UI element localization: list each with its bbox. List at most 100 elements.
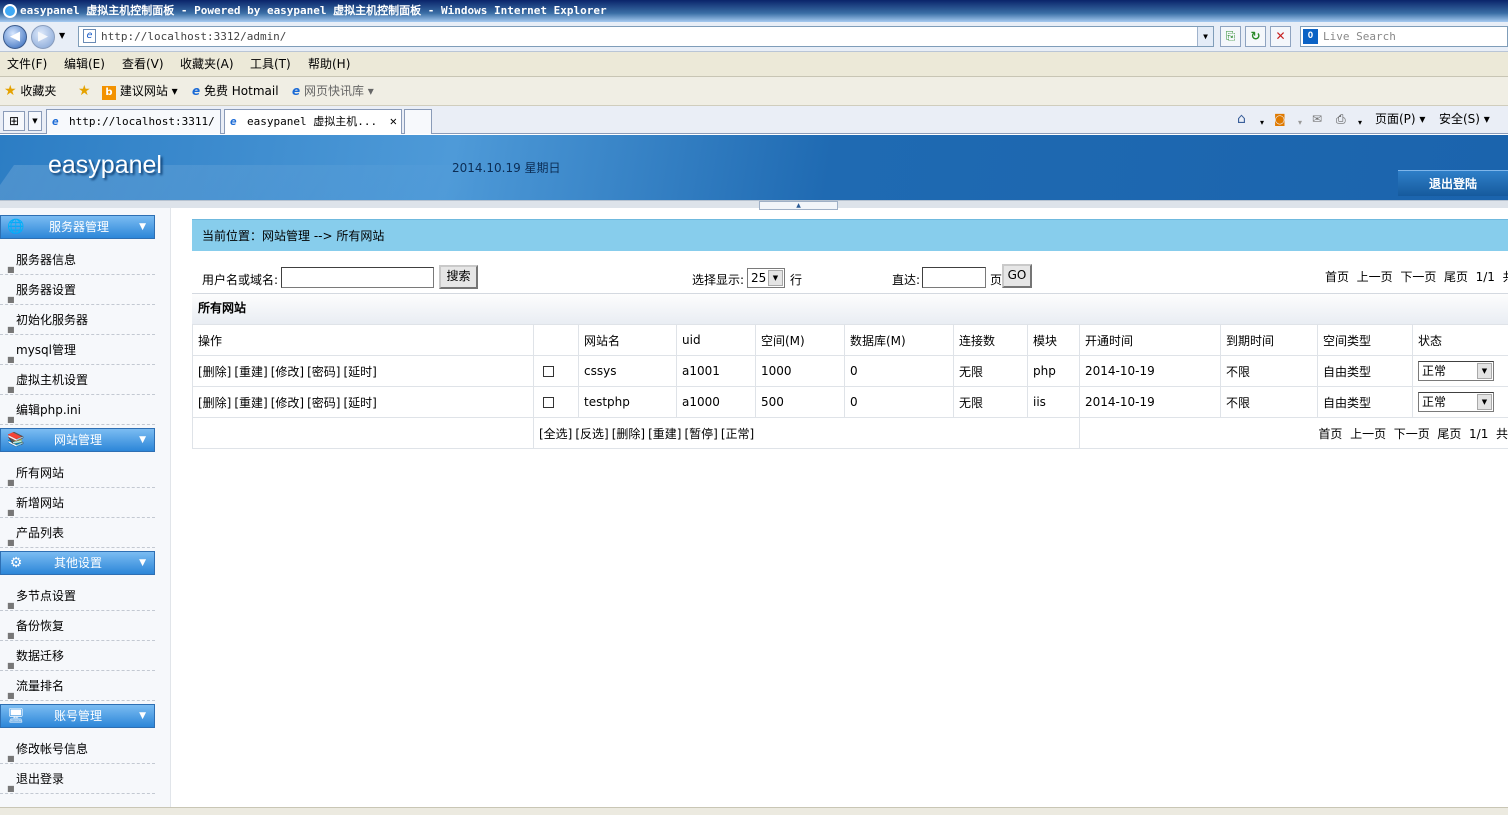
page-size-select[interactable]: 25 ▼: [747, 268, 785, 288]
web-slice-gallery-link[interactable]: e 网页快讯库 ▾: [292, 83, 374, 99]
bulk-rebuild-link[interactable]: [重建]: [648, 427, 681, 441]
compat-view-button[interactable]: ⎘: [1220, 26, 1241, 47]
site-connections: 无限: [953, 386, 1028, 418]
rebuild-link[interactable]: [重建]: [234, 396, 267, 410]
last-page-link[interactable]: 尾页: [1444, 270, 1468, 284]
sidebar-group-other[interactable]: ⚙ 其他设置 ▼: [0, 551, 155, 575]
sidebar-item-label: 多节点设置: [16, 589, 77, 603]
address-dropdown-icon[interactable]: ▼: [1197, 27, 1213, 46]
print-icon[interactable]: ⎙: [1336, 111, 1346, 127]
sidebar-item-edit-account[interactable]: ■ 修改帐号信息: [0, 734, 155, 764]
home-dropdown-icon[interactable]: ▾: [1260, 115, 1264, 131]
stop-button[interactable]: ✕: [1270, 26, 1291, 47]
menu-edit[interactable]: 编辑(E): [64, 56, 105, 72]
sidebar-group-website[interactable]: 📚 网站管理 ▼: [0, 428, 155, 452]
sidebar-item-backup[interactable]: ■ 备份恢复: [0, 611, 155, 641]
print-dropdown-icon[interactable]: ▾: [1358, 115, 1362, 131]
site-name[interactable]: testphp: [578, 386, 677, 418]
table-header-row: 操作 网站名 uid 空间(M) 数据库(M) 连接数 模块 开通时间 到期时间…: [192, 324, 1508, 356]
prev-page-link[interactable]: 上一页: [1350, 427, 1386, 441]
prev-page-link[interactable]: 上一页: [1357, 270, 1393, 284]
password-link[interactable]: [密码]: [307, 396, 340, 410]
bulk-pause-link[interactable]: [暂停]: [685, 427, 718, 441]
menu-favorites[interactable]: 收藏夹(A): [180, 56, 234, 72]
sidebar-item-products[interactable]: ■ 产品列表: [0, 518, 155, 548]
menu-bar: 文件(F) 编辑(E) 查看(V) 收藏夹(A) 工具(T) 帮助(H): [0, 52, 1508, 77]
row-checkbox[interactable]: [543, 397, 554, 408]
sidebar-item-mysql[interactable]: ■ mysql管理: [0, 335, 155, 365]
history-dropdown-icon[interactable]: ▼: [59, 31, 65, 40]
go-button[interactable]: GO: [1002, 264, 1032, 288]
delete-link[interactable]: [删除]: [198, 365, 231, 379]
main-content: 当前位置：网站管理 --> 所有网站 用户名或域名: 搜索 选择显示: 25 ▼…: [192, 219, 1508, 459]
forward-button[interactable]: ▶: [31, 25, 55, 49]
goto-page-input[interactable]: [922, 267, 986, 288]
sidebar-item-all-sites[interactable]: ■ 所有网站: [0, 458, 155, 488]
sidebar-item-edit-php-ini[interactable]: ■ 编辑php.ini: [0, 395, 155, 425]
next-page-link[interactable]: 下一页: [1400, 270, 1436, 284]
quick-tabs-icon[interactable]: ⊞: [3, 111, 25, 131]
tab-list-dropdown-icon[interactable]: ▼: [28, 111, 42, 131]
close-tab-icon[interactable]: ✕: [390, 110, 397, 133]
password-link[interactable]: [密码]: [307, 365, 340, 379]
edit-link[interactable]: [修改]: [271, 396, 304, 410]
search-input[interactable]: [281, 267, 434, 288]
address-bar[interactable]: e http://localhost:3312/admin/ ▼: [78, 26, 1214, 47]
next-page-link[interactable]: 下一页: [1394, 427, 1430, 441]
logout-button[interactable]: 退出登陆: [1398, 170, 1508, 196]
sidebar-group-server[interactable]: 🌐 服务器管理 ▼: [0, 215, 155, 239]
menu-view[interactable]: 查看(V): [122, 56, 164, 72]
bulk-normal-link[interactable]: [正常]: [721, 427, 754, 441]
sidebar-item-new-site[interactable]: ■ 新增网站: [0, 488, 155, 518]
home-icon[interactable]: ⌂: [1237, 111, 1246, 127]
menu-tools[interactable]: 工具(T): [250, 56, 291, 72]
sidebar-item-traffic-rank[interactable]: ■ 流量排名: [0, 671, 155, 701]
rebuild-link[interactable]: [重建]: [234, 365, 267, 379]
sidebar-item-vhost-settings[interactable]: ■ 虚拟主机设置: [0, 365, 155, 395]
search-button[interactable]: 搜索: [439, 265, 478, 289]
page-size-unit: 行: [790, 273, 803, 287]
delete-link[interactable]: [删除]: [198, 396, 231, 410]
add-favorite-icon[interactable]: ★: [78, 83, 91, 99]
sidebar-item-migration[interactable]: ■ 数据迁移: [0, 641, 155, 671]
tab-localhost-3311[interactable]: e http://localhost:3311/: [46, 109, 221, 134]
bulk-delete-link[interactable]: [删除]: [612, 427, 645, 441]
favorites-button[interactable]: ★ 收藏夹: [4, 83, 56, 99]
sidebar-item-logout[interactable]: ■ 退出登录: [0, 764, 155, 794]
compat-view-icon: ⎘: [1225, 29, 1236, 43]
safety-menu[interactable]: 安全(S) ▾: [1439, 111, 1490, 127]
live-search-input[interactable]: O Live Search: [1300, 26, 1508, 47]
tab-easypanel[interactable]: e easypanel 虚拟主机... ✕: [224, 109, 402, 134]
sidebar-item-server-info[interactable]: ■ 服务器信息: [0, 245, 155, 275]
first-page-link[interactable]: 首页: [1325, 270, 1349, 284]
suggested-sites-link[interactable]: b 建议网站 ▾: [102, 83, 178, 100]
menu-help[interactable]: 帮助(H): [308, 56, 350, 72]
status-select[interactable]: 正常 ▼: [1418, 392, 1494, 412]
status-select[interactable]: 正常 ▼: [1418, 361, 1494, 381]
new-tab-button[interactable]: [404, 109, 432, 134]
feeds-icon[interactable]: ◙: [1274, 111, 1286, 127]
sidebar-item-server-settings[interactable]: ■ 服务器设置: [0, 275, 155, 305]
menu-file[interactable]: 文件(F): [7, 56, 47, 72]
last-page-link[interactable]: 尾页: [1437, 427, 1461, 441]
footer-blank-cell: [192, 417, 534, 449]
back-button[interactable]: ◀: [3, 25, 27, 49]
edit-link[interactable]: [修改]: [271, 365, 304, 379]
extend-link[interactable]: [延时]: [344, 365, 377, 379]
site-name[interactable]: cssys: [578, 355, 677, 387]
page-size-label: 选择显示:: [692, 273, 745, 287]
invert-selection-link[interactable]: [反选]: [575, 427, 608, 441]
page-menu[interactable]: 页面(P) ▾: [1375, 111, 1425, 127]
sidebar-item-init-server[interactable]: ■ 初始化服务器: [0, 305, 155, 335]
extend-link[interactable]: [延时]: [344, 396, 377, 410]
collapse-header-icon[interactable]: ▲: [759, 201, 838, 210]
first-page-link[interactable]: 首页: [1318, 427, 1342, 441]
hotmail-link[interactable]: e 免费 Hotmail: [192, 83, 279, 99]
row-checkbox[interactable]: [543, 366, 554, 377]
feeds-dropdown-icon[interactable]: ▾: [1298, 115, 1302, 131]
select-all-link[interactable]: [全选]: [539, 427, 572, 441]
mail-icon[interactable]: ✉: [1312, 111, 1322, 127]
sidebar-item-multi-node[interactable]: ■ 多节点设置: [0, 581, 155, 611]
refresh-button[interactable]: ↻: [1245, 26, 1266, 47]
sidebar-group-account[interactable]: 🖥 账号管理 ▼: [0, 704, 155, 728]
